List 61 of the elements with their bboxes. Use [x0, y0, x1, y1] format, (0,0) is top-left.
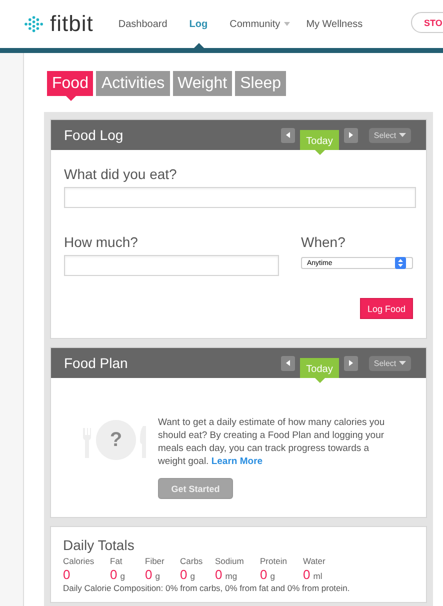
tab[interactable]: Weight — [172, 71, 232, 96]
select-dropdown[interactable]: Select — [369, 128, 411, 142]
nutrient-label: Fat — [110, 556, 124, 566]
nutrient-unit: mg — [225, 571, 238, 581]
tab[interactable]: Activities — [96, 71, 170, 96]
caret-right-icon — [349, 360, 353, 366]
nutrient-label: Sodium — [215, 556, 245, 566]
nutrient-value: 0 — [260, 567, 268, 582]
nav-link[interactable]: Community — [230, 0, 290, 48]
nutrient-value: 0 — [180, 567, 188, 582]
nav-link[interactable]: Log — [189, 0, 208, 48]
caret-left-icon — [286, 132, 290, 138]
pointer-icon — [315, 378, 325, 383]
nutrient-unit: g — [155, 571, 160, 581]
stepper-arrows-icon — [398, 259, 403, 267]
nutrient-value: 0 — [145, 567, 152, 582]
nutrient-unit: g — [270, 571, 275, 581]
nutrient-value: 0 — [303, 567, 310, 582]
learn-more-link[interactable]: Learn More — [211, 456, 263, 467]
previous-day-button[interactable] — [281, 128, 295, 142]
nutrient-label: Carbs — [180, 556, 204, 566]
nutrient-label: Calories — [63, 556, 96, 566]
food-search-field[interactable] — [64, 187, 416, 208]
card-title: Daily Totals — [63, 537, 136, 553]
nutrient-unit: g — [120, 571, 125, 581]
nutrient-value: 0 — [110, 567, 118, 582]
tab[interactable]: Sleep — [235, 71, 286, 96]
pointer-icon — [66, 96, 76, 101]
pointer-icon — [315, 150, 325, 155]
food-plan-message: Want to get a daily estimate of how many calories you should eat? By creating a Food Plan and logging your meals each day, you can track progress towards a weight goal. Learn More — [158, 416, 386, 468]
logo-text: fitbit — [50, 11, 94, 37]
question-mark-icon: ? — [96, 420, 136, 460]
nutrient-unit: g — [190, 571, 195, 581]
nav-link[interactable]: Dashboard — [118, 0, 168, 48]
nav-link[interactable]: My Wellness — [306, 0, 363, 48]
nutrient-value: 0 — [63, 567, 70, 582]
nutrient-unit: ml — [313, 571, 322, 581]
calorie-composition-text: Daily Calorie Composition: 0% from carbs, 0% from fat and 0% from protein. — [63, 583, 351, 593]
caret-down-icon — [399, 361, 406, 365]
next-day-button[interactable] — [344, 128, 358, 142]
get-started-button[interactable]: Get Started — [158, 478, 233, 499]
tab[interactable]: Food — [47, 71, 94, 96]
nutrient-label: Water — [303, 556, 326, 566]
nutrient-label: Fiber — [145, 556, 166, 566]
field-label: When? — [301, 234, 346, 250]
caret-down-icon — [399, 133, 406, 137]
caret-right-icon — [349, 132, 353, 138]
store-button[interactable]: STO — [411, 12, 443, 33]
next-day-button[interactable] — [344, 356, 358, 370]
log-food-button[interactable]: Log Food — [360, 298, 413, 319]
field-label: What did you eat? — [64, 166, 178, 182]
select-dropdown[interactable]: Select — [369, 356, 411, 370]
nutrient-value: 0 — [215, 567, 222, 582]
field-label: How much? — [64, 234, 139, 250]
previous-day-button[interactable] — [281, 356, 295, 370]
caret-left-icon — [286, 360, 290, 366]
amount-field[interactable] — [64, 255, 279, 276]
card-title: Food Plan — [64, 355, 129, 371]
nutrient-label: Protein — [260, 556, 288, 566]
card-title: Food Log — [64, 127, 124, 143]
logo-dots-icon — [24, 15, 44, 33]
